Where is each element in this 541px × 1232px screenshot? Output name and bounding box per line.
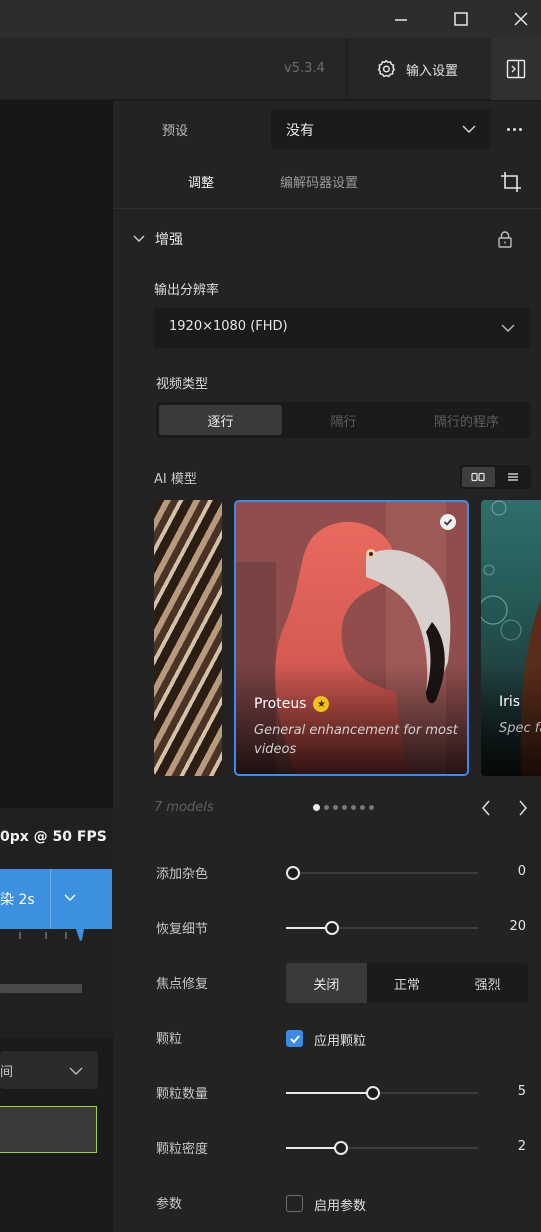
carousel-prev-button[interactable]: [478, 798, 494, 818]
carousel-pagination[interactable]: [313, 804, 374, 811]
progress-bar: [0, 984, 82, 993]
enable-params-label: 启用参数: [314, 1199, 367, 1214]
grain-amount-label: 颗粒数量: [156, 1087, 209, 1102]
video-type-segmented: 逐行 隔行 隔行的程序: [156, 402, 531, 438]
chevron-down-icon[interactable]: [62, 889, 78, 905]
enhance-section-header[interactable]: 增强: [132, 229, 183, 249]
video-type-progressive[interactable]: 逐行: [159, 405, 282, 435]
checkmark-icon: [289, 1034, 300, 1043]
chevron-down-icon: [462, 125, 476, 133]
output-resolution-value: 1920×1080 (FHD): [169, 319, 288, 334]
focus-fix-normal[interactable]: 正常: [367, 963, 448, 1003]
crop-icon[interactable]: [500, 171, 522, 193]
title-bar: [0, 0, 541, 38]
grain-density-slider[interactable]: [286, 1141, 478, 1155]
add-noise-label: 添加杂色: [156, 867, 209, 882]
top-toolbar: v5.3.4 输入设置: [0, 38, 541, 100]
output-resolution-select[interactable]: 1920×1080 (FHD): [154, 308, 531, 348]
add-noise-value: 0: [517, 864, 526, 879]
enhance-section-title: 增强: [155, 232, 183, 248]
star-icon: ★: [313, 696, 330, 712]
preset-select[interactable]: 没有: [271, 109, 491, 149]
output-resolution-label: 输出分辨率: [154, 283, 220, 298]
chevron-down-icon: [501, 324, 515, 332]
grain-density-value: 2: [517, 1139, 526, 1154]
grain-density-label: 颗粒密度: [156, 1142, 209, 1157]
close-button[interactable]: [501, 0, 541, 38]
gear-icon: [377, 59, 396, 78]
chevron-down-icon: [133, 235, 145, 242]
timeline-ruler[interactable]: [0, 929, 112, 943]
slider-knob[interactable]: [286, 866, 300, 880]
input-settings-button[interactable]: 输入设置: [364, 38, 490, 100]
more-options-button[interactable]: [500, 118, 528, 140]
grain-amount-slider[interactable]: [286, 1086, 478, 1100]
chevron-right-icon: [519, 800, 527, 816]
tab-adjust[interactable]: 调整: [188, 172, 214, 191]
slider-knob[interactable]: [334, 1141, 349, 1155]
focus-fix-off[interactable]: 关闭: [286, 963, 367, 1003]
recover-detail-value: 20: [509, 919, 526, 934]
model-description: Spec face: [499, 721, 541, 736]
panel-toggle-button[interactable]: [491, 38, 541, 100]
grain-label: 颗粒: [156, 1032, 183, 1047]
apply-grain-checkbox[interactable]: [286, 1030, 303, 1047]
video-type-interlaced[interactable]: 隔行: [282, 405, 405, 435]
model-card-previous[interactable]: [154, 500, 222, 776]
input-settings-label: 输入设置: [406, 63, 459, 79]
model-description: General enhancement for most videos: [254, 723, 458, 757]
video-type-label: 视频类型: [156, 377, 209, 392]
maximize-button[interactable]: [441, 0, 481, 38]
model-card-proteus[interactable]: Proteus ★ General enhancement for most v…: [234, 500, 469, 776]
enable-params-checkbox[interactable]: [286, 1195, 303, 1212]
params-label: 参数: [156, 1197, 183, 1212]
tab-codec-settings[interactable]: 编解码器设置: [280, 172, 358, 191]
video-type-interlaced-progressive[interactable]: 隔行的程序: [405, 405, 528, 435]
output-format-text: 0px @ 50 FPS: [0, 829, 107, 845]
maximize-icon: [454, 12, 468, 26]
recover-detail-label: 恢复细节: [156, 922, 209, 937]
ai-model-label: AI 模型: [154, 472, 197, 487]
list-view-icon: [507, 473, 518, 481]
tab-divider: [114, 208, 541, 209]
preview-duration-value: 间: [0, 1065, 14, 1080]
slider-knob[interactable]: [325, 921, 340, 935]
preset-label: 预设: [162, 124, 189, 139]
render-button-label: 染 2s: [0, 892, 35, 908]
model-title: Proteus ★: [254, 696, 330, 712]
toolbar-divider: [346, 38, 347, 100]
recover-detail-slider[interactable]: [286, 921, 478, 935]
focus-fix-strong[interactable]: 强烈: [447, 963, 528, 1003]
carousel-next-button[interactable]: [515, 798, 531, 818]
focus-fix-label: 焦点修复: [156, 977, 209, 992]
grain-amount-value: 5: [517, 1084, 526, 1099]
add-noise-slider[interactable]: [286, 866, 478, 880]
grid-view-button[interactable]: [462, 467, 495, 487]
render-button-divider: [50, 869, 51, 929]
close-icon: [514, 12, 528, 26]
selected-check-icon: [440, 514, 456, 530]
model-name: Proteus: [254, 696, 307, 712]
preview-duration-select[interactable]: 间: [0, 1051, 98, 1089]
minimize-icon: [395, 19, 407, 21]
sidebar-panel-icon: [506, 59, 526, 79]
model-card-iris[interactable]: Iris Spec face: [481, 500, 541, 776]
models-count: 7 models: [154, 800, 214, 815]
apply-grain-label: 应用颗粒: [314, 1034, 367, 1049]
chevron-down-icon: [69, 1067, 83, 1075]
version-label: v5.3.4: [284, 61, 325, 76]
minimize-button[interactable]: [381, 0, 421, 38]
video-preview-area[interactable]: [0, 101, 113, 808]
model-name: Iris: [499, 694, 521, 710]
lock-icon[interactable]: [497, 230, 513, 248]
preview-action-button[interactable]: [0, 1106, 97, 1153]
chevron-left-icon: [482, 800, 490, 816]
model-view-toggle: [460, 465, 531, 489]
grid-view-icon: [471, 472, 485, 482]
render-button[interactable]: 染 2s: [0, 869, 112, 929]
preset-value: 没有: [286, 123, 314, 139]
list-view-button[interactable]: [497, 467, 530, 487]
slider-knob[interactable]: [366, 1086, 381, 1100]
focus-fix-segmented: 关闭 正常 强烈: [286, 963, 528, 1003]
